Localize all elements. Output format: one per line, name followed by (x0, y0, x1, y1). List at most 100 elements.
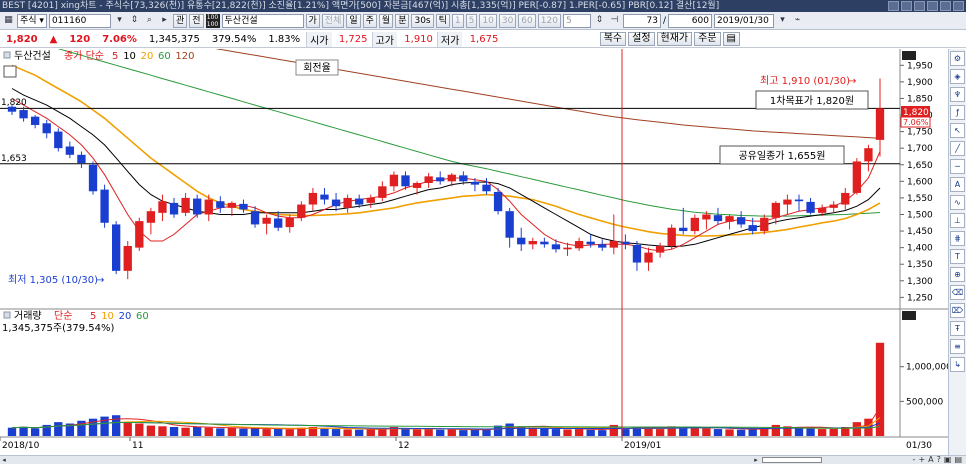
volume-bar[interactable] (19, 426, 28, 436)
volume-bar[interactable] (713, 429, 723, 436)
grid-icon[interactable]: ▦ (2, 14, 15, 27)
erase-all-tool-icon[interactable]: ⌦ (950, 303, 965, 318)
volume-bar[interactable] (736, 429, 746, 436)
price-axis-menu-icon[interactable] (902, 51, 916, 60)
candle-body[interactable] (401, 175, 410, 187)
period-tick-button[interactable]: 틱 (435, 13, 450, 28)
legend-square-icon[interactable] (3, 51, 11, 59)
volume-bar[interactable] (459, 430, 468, 436)
list-tool-icon[interactable]: ≡ (950, 339, 965, 354)
num-1-button[interactable]: 1 (451, 13, 464, 28)
zoom-tool-icon[interactable]: ⊕ (950, 267, 965, 282)
volume-bar[interactable] (817, 429, 827, 436)
window-maximize-button[interactable] (940, 1, 951, 11)
volume-bar[interactable] (540, 428, 549, 436)
volume-bar[interactable] (447, 429, 456, 436)
volume-bar[interactable] (690, 427, 699, 436)
candle-body[interactable] (690, 217, 699, 232)
volume-bar[interactable] (216, 428, 225, 436)
volume-bar[interactable] (875, 342, 885, 436)
candle-body[interactable] (447, 174, 456, 182)
count-input[interactable]: 73 (622, 13, 661, 28)
candle-body[interactable] (158, 201, 167, 213)
hline-tool-icon[interactable]: ─ (950, 159, 965, 174)
candle-body[interactable] (517, 237, 526, 245)
candle-body[interactable] (193, 198, 202, 215)
volume-bar[interactable] (424, 428, 433, 436)
volume-bar[interactable] (320, 428, 329, 436)
candle-body[interactable] (227, 202, 237, 208)
related-button[interactable]: 관 (172, 13, 188, 28)
candle-body[interactable] (806, 201, 815, 213)
candle-body[interactable] (841, 192, 850, 205)
auto-tool-icon[interactable]: A (950, 177, 965, 192)
candle-body[interactable] (852, 161, 862, 193)
candle-body[interactable] (65, 146, 75, 155)
volume-bar[interactable] (470, 429, 480, 436)
volume-bar[interactable] (528, 427, 537, 436)
candle-body[interactable] (702, 214, 711, 220)
stock-code-input[interactable]: 011160 (48, 13, 111, 28)
candle-body[interactable] (586, 241, 595, 245)
candle-body[interactable] (644, 252, 653, 263)
num-120-button[interactable]: 120 (537, 13, 561, 28)
date-input[interactable]: 2019/01/30 (713, 13, 774, 28)
volume-bar[interactable] (181, 427, 190, 436)
candle-body[interactable] (135, 221, 144, 248)
volume-bar[interactable] (644, 428, 653, 436)
prev-button[interactable]: 전 (189, 13, 204, 28)
candle-body[interactable] (713, 215, 723, 222)
volume-bar[interactable] (598, 430, 607, 436)
layout-icon[interactable]: ▤ (722, 32, 740, 46)
candle-body[interactable] (239, 203, 248, 210)
candle-body[interactable] (355, 198, 364, 205)
volume-bar[interactable] (829, 428, 838, 436)
candle-body[interactable] (574, 241, 584, 249)
volume-bar[interactable] (551, 429, 561, 436)
volume-bar[interactable] (806, 428, 815, 436)
candle-body[interactable] (771, 202, 781, 218)
window-icon[interactable]: ▤ (954, 456, 962, 464)
candle-body[interactable] (77, 154, 86, 164)
candle-body[interactable] (864, 148, 873, 162)
candle-body[interactable] (331, 199, 341, 207)
volume-bar[interactable] (250, 428, 260, 436)
candle-body[interactable] (540, 241, 549, 245)
market-type-select[interactable]: 주식 ▾ (17, 13, 47, 28)
window-help-button[interactable] (914, 1, 925, 11)
candle-body[interactable] (748, 225, 757, 232)
fibo-tool-icon[interactable]: ⊥ (950, 213, 965, 228)
candle-body[interactable] (493, 191, 503, 212)
candle-body[interactable] (366, 197, 375, 203)
cursor-tool-icon[interactable]: ↖ (950, 123, 965, 138)
interval-stepper-icon[interactable]: ⇕ (593, 14, 606, 27)
candle-body[interactable] (679, 227, 688, 232)
help-button[interactable]: ? (937, 456, 941, 464)
candle-body[interactable] (725, 216, 734, 222)
candle-body[interactable] (250, 211, 260, 225)
eraser-tool-icon[interactable]: ⌫ (950, 285, 965, 300)
volume-bar[interactable] (123, 422, 132, 436)
num-10-button[interactable]: 10 (479, 13, 497, 28)
candle-body[interactable] (829, 204, 838, 208)
volume-bar[interactable] (158, 426, 167, 436)
settings-button[interactable]: 설정 (628, 32, 655, 46)
volume-bar[interactable] (7, 427, 17, 436)
volume-bar[interactable] (193, 426, 202, 436)
volume-bar[interactable] (355, 429, 364, 436)
candle-body[interactable] (262, 217, 271, 224)
num-5-button[interactable]: 5 (465, 13, 478, 28)
candle-body[interactable] (30, 116, 40, 125)
text-box-tool-icon[interactable]: Ŧ (950, 321, 965, 336)
all-button[interactable]: 전체 (321, 13, 345, 28)
volume-bar[interactable] (586, 429, 595, 436)
candle-body[interactable] (412, 182, 422, 188)
volume-bar[interactable] (852, 422, 862, 436)
candle-body[interactable] (875, 108, 885, 140)
candle-body[interactable] (609, 241, 618, 248)
volume-bar[interactable] (436, 429, 445, 436)
window-pin-button[interactable] (888, 1, 899, 11)
candle-body[interactable] (146, 211, 156, 223)
candle-body[interactable] (794, 199, 804, 202)
window-minimize-button[interactable] (927, 1, 938, 11)
